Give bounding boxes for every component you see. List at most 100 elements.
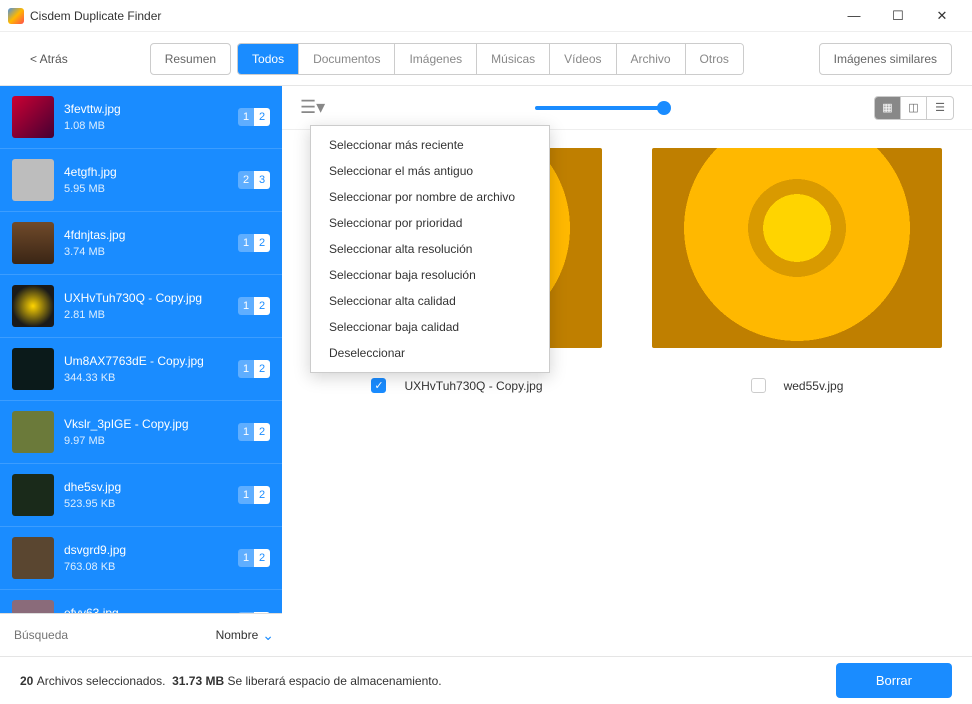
selection-menu-button[interactable]: ☰▾ xyxy=(300,97,325,118)
dup-badges: 12 xyxy=(238,549,270,567)
dup-badges: 12 xyxy=(238,360,270,378)
list-item[interactable]: 4etgfh.jpg5.95 MB23 xyxy=(0,149,282,212)
file-name: Um8AX7763dE - Copy.jpg xyxy=(64,354,228,368)
list-item[interactable]: Um8AX7763dE - Copy.jpg 344.33 KB 12 xyxy=(0,338,282,401)
badge-total: 3 xyxy=(254,171,270,189)
thumbnail-icon xyxy=(12,600,54,613)
list-item[interactable]: efvy63.jpg6.79 MB12 xyxy=(0,590,282,613)
badge-total: 2 xyxy=(254,297,270,315)
selected-label: Archivos seleccionados. xyxy=(37,674,166,688)
thumbnail-icon xyxy=(12,411,54,453)
close-button[interactable]: ✕ xyxy=(920,2,964,30)
menu-item[interactable]: Seleccionar más reciente xyxy=(311,132,549,158)
freed-label: Se liberará espacio de almacenamiento. xyxy=(227,674,441,688)
badge-selected: 1 xyxy=(238,297,254,315)
file-name: dsvgrd9.jpg xyxy=(64,543,228,557)
view-grid-icon[interactable]: ▦ xyxy=(875,97,901,119)
checkbox-right[interactable] xyxy=(751,378,766,393)
footer: 20 Archivos seleccionados. 31.73 MB Se l… xyxy=(0,656,972,704)
search-input[interactable] xyxy=(8,622,204,648)
tab-musicas[interactable]: Músicas xyxy=(477,44,550,74)
file-size: 523.95 KB xyxy=(64,498,228,510)
view-list-icon[interactable]: ☰ xyxy=(927,97,953,119)
sort-label: Nombre xyxy=(216,628,259,642)
minimize-button[interactable]: — xyxy=(832,2,876,30)
list-item[interactable]: Vkslr_3pIGE - Copy.jpg9.97 MB12 xyxy=(0,401,282,464)
list-item[interactable]: UXHvTuh730Q - Copy.jpg 2.81 MB 12 xyxy=(0,275,282,338)
menu-item[interactable]: Seleccionar baja resolución xyxy=(311,262,549,288)
preview-image-right[interactable] xyxy=(652,148,942,348)
summary-button[interactable]: Resumen xyxy=(150,43,231,75)
view-split-icon[interactable]: ◫ xyxy=(901,97,927,119)
thumbnail-icon xyxy=(12,537,54,579)
badge-total: 2 xyxy=(254,234,270,252)
file-name: UXHvTuh730Q - Copy.jpg xyxy=(64,291,228,305)
similar-images-button[interactable]: Imágenes similares xyxy=(819,43,952,75)
thumbnail-icon xyxy=(12,96,54,138)
list-item[interactable]: dhe5sv.jpg 523.95 KB 12 xyxy=(0,464,282,527)
menu-item[interactable]: Seleccionar baja calidad xyxy=(311,314,549,340)
tab-videos[interactable]: Vídeos xyxy=(550,44,616,74)
file-size: 9.97 MB xyxy=(64,435,228,447)
badge-selected: 1 xyxy=(238,360,254,378)
dup-badges: 12 xyxy=(238,423,270,441)
dup-badges: 12 xyxy=(238,234,270,252)
delete-button[interactable]: Borrar xyxy=(836,663,952,698)
selection-context-menu: Seleccionar más reciente Seleccionar el … xyxy=(310,125,550,373)
tab-otros[interactable]: Otros xyxy=(686,44,743,74)
file-name: dhe5sv.jpg xyxy=(64,480,228,494)
app-logo-icon xyxy=(8,8,24,24)
menu-item[interactable]: Deseleccionar xyxy=(311,340,549,366)
file-size: 763.08 KB xyxy=(64,561,228,573)
thumbnail-size-slider[interactable] xyxy=(535,106,665,110)
dup-badges: 12 xyxy=(238,297,270,315)
menu-item[interactable]: Seleccionar alta resolución xyxy=(311,236,549,262)
badge-selected: 2 xyxy=(238,171,254,189)
badge-selected: 1 xyxy=(238,234,254,252)
checkbox-left[interactable]: ✓ xyxy=(371,378,386,393)
list-item[interactable]: dsvgrd9.jpg 763.08 KB 12 xyxy=(0,527,282,590)
tab-documentos[interactable]: Documentos xyxy=(299,44,395,74)
dup-badges: 12 xyxy=(238,108,270,126)
badge-total: 2 xyxy=(254,549,270,567)
badge-total: 2 xyxy=(254,108,270,126)
list-item[interactable]: 3fevttw.jpg1.08 MB12 xyxy=(0,86,282,149)
file-name: 4fdnjtas.jpg xyxy=(64,228,228,242)
thumbnail-icon xyxy=(12,474,54,516)
file-size: 344.33 KB xyxy=(64,372,228,384)
thumbnail-icon xyxy=(12,348,54,390)
tab-imagenes[interactable]: Imágenes xyxy=(395,44,477,74)
sort-button[interactable]: Nombre ⌄ xyxy=(210,623,274,648)
badge-selected: 1 xyxy=(238,423,254,441)
file-size: 3.74 MB xyxy=(64,246,228,258)
badge-selected: 1 xyxy=(238,108,254,126)
back-button[interactable]: < Atrás xyxy=(20,46,78,72)
file-size: 2.81 MB xyxy=(64,309,228,321)
titlebar: Cisdem Duplicate Finder — ☐ ✕ xyxy=(0,0,972,32)
maximize-button[interactable]: ☐ xyxy=(876,2,920,30)
menu-item[interactable]: Seleccionar por nombre de archivo xyxy=(311,184,549,210)
sidebar: 3fevttw.jpg1.08 MB124etgfh.jpg5.95 MB234… xyxy=(0,86,282,656)
file-size: 5.95 MB xyxy=(64,183,228,195)
tab-todos[interactable]: Todos xyxy=(238,44,299,74)
badge-total: 2 xyxy=(254,360,270,378)
list-item[interactable]: 4fdnjtas.jpg 3.74 MB 12 xyxy=(0,212,282,275)
preview-filename-right: wed55v.jpg xyxy=(784,379,844,393)
badge-total: 2 xyxy=(254,423,270,441)
view-mode-buttons: ▦ ◫ ☰ xyxy=(874,96,954,120)
main-toolbar: ☰▾ ▦ ◫ ☰ xyxy=(282,86,972,130)
thumbnail-icon xyxy=(12,285,54,327)
menu-item[interactable]: Seleccionar el más antiguo xyxy=(311,158,549,184)
duplicate-list[interactable]: 3fevttw.jpg1.08 MB124etgfh.jpg5.95 MB234… xyxy=(0,86,282,613)
dup-badges: 23 xyxy=(238,171,270,189)
file-name: 3fevttw.jpg xyxy=(64,102,228,116)
window-title: Cisdem Duplicate Finder xyxy=(30,9,161,23)
tab-archivo[interactable]: Archivo xyxy=(617,44,686,74)
menu-item[interactable]: Seleccionar por prioridad xyxy=(311,210,549,236)
thumbnail-icon xyxy=(12,222,54,264)
file-name: efvy63.jpg xyxy=(64,606,228,613)
menu-item[interactable]: Seleccionar alta calidad xyxy=(311,288,549,314)
badge-selected: 1 xyxy=(238,486,254,504)
badge-total: 2 xyxy=(254,486,270,504)
preview-filename-left: UXHvTuh730Q - Copy.jpg xyxy=(404,379,542,393)
